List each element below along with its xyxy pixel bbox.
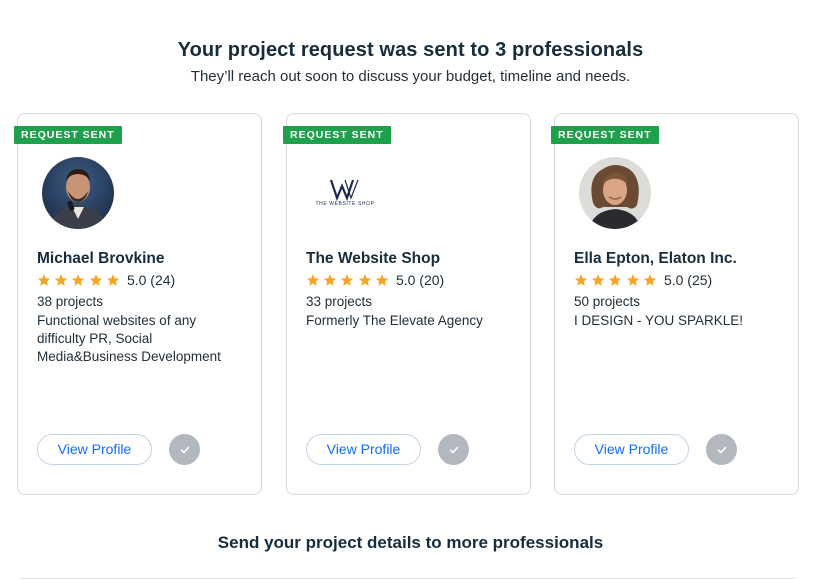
star-icon	[358, 273, 372, 287]
page-title: Your project request was sent to 3 profe…	[177, 39, 644, 61]
star-icon	[89, 273, 103, 287]
section-title: Send your project details to more profes…	[217, 533, 604, 552]
professional-name: Ella Epton, Elaton Inc.	[574, 250, 737, 267]
view-profile-button[interactable]: View Profile	[37, 434, 152, 465]
avatar	[579, 157, 651, 229]
star-icon	[574, 273, 588, 287]
page-subtitle: They’ll reach out soon to discuss your b…	[190, 68, 631, 85]
star-icon	[106, 273, 120, 287]
star-icon	[340, 273, 354, 287]
request-sent-badge: REQUEST SENT	[283, 126, 391, 144]
rating: 5.0 (24)	[37, 271, 175, 289]
checkmark-icon[interactable]	[706, 434, 737, 465]
avatar	[42, 157, 114, 229]
rating: 5.0 (20)	[306, 271, 444, 289]
view-profile-button[interactable]: View Profile	[574, 434, 689, 465]
request-sent-badge: REQUEST SENT	[551, 126, 659, 144]
professional-card: REQUEST SENT THE WEBSITE SHOP The Websit…	[283, 113, 531, 495]
star-icon	[306, 273, 320, 287]
request-sent-badge: REQUEST SENT	[14, 126, 122, 144]
star-icon	[626, 273, 640, 287]
projects-count: 38 projects	[37, 294, 104, 309]
professional-name: The Website Shop	[306, 250, 441, 267]
professional-name: Michael Brovkine	[37, 250, 165, 267]
company-logo: THE WEBSITE SHOP	[305, 174, 385, 214]
star-icon	[323, 273, 337, 287]
checkmark-icon[interactable]	[169, 434, 200, 465]
view-profile-button[interactable]: View Profile	[306, 434, 421, 465]
star-icon	[37, 273, 51, 287]
professional-description: Functional websites of any difficulty PR…	[37, 313, 221, 364]
star-icon	[375, 273, 389, 287]
professional-card: REQUEST SENT Ella Epton, Elaton Inc. 5.0…	[551, 113, 799, 495]
professional-description: Formerly The Elevate Agency	[306, 313, 483, 328]
divider	[20, 578, 795, 579]
star-icon	[608, 273, 622, 287]
rating: 5.0 (25)	[574, 271, 712, 289]
projects-count: 33 projects	[306, 294, 373, 309]
star-icon	[71, 273, 85, 287]
professional-card: REQUEST SENT Michael Brovkine 5.0 (24) 3…	[14, 113, 262, 495]
professional-description: I DESIGN - YOU SPARKLE!	[574, 313, 744, 328]
star-icon	[643, 273, 657, 287]
rating-text: 5.0 (20)	[395, 272, 445, 288]
checkmark-icon[interactable]	[438, 434, 469, 465]
logo-text: THE WEBSITE SHOP	[315, 201, 375, 207]
rating-text: 5.0 (24)	[126, 272, 176, 288]
rating-text: 5.0 (25)	[663, 272, 713, 288]
star-icon	[54, 273, 68, 287]
star-icon	[591, 273, 605, 287]
projects-count: 50 projects	[574, 294, 641, 309]
